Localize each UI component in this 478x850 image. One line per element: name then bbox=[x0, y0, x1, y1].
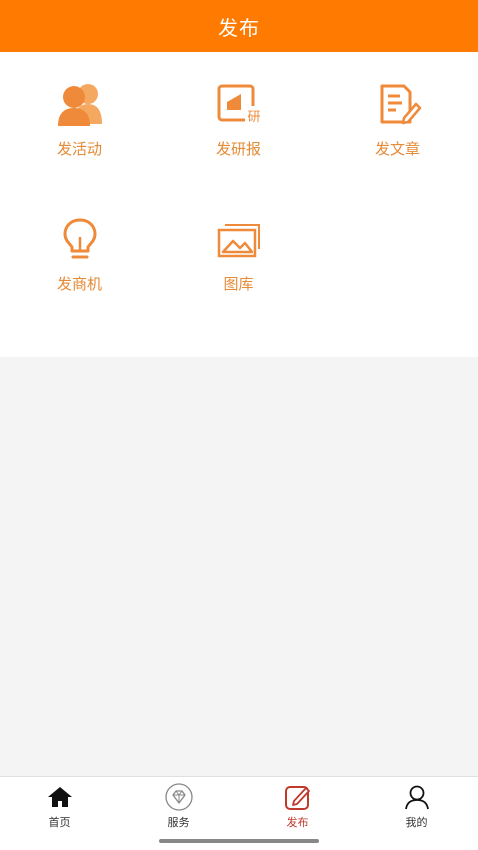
page-title: 发布 bbox=[218, 15, 260, 40]
compose-icon bbox=[284, 783, 312, 811]
home-icon bbox=[46, 783, 74, 811]
grid-item-label: 发活动 bbox=[56, 140, 102, 158]
grid-item-label: 发商机 bbox=[56, 275, 102, 293]
publish-options-panel: 发活动 研 发研报 发文章 发商机 图库 bbox=[0, 52, 478, 357]
report-badge: 研 bbox=[247, 110, 260, 125]
publish-article-button[interactable]: 发文章 bbox=[318, 52, 477, 162]
header-bar: 发布 bbox=[0, 0, 478, 52]
user-icon bbox=[403, 783, 431, 811]
home-indicator[interactable] bbox=[159, 839, 319, 843]
people-group-icon bbox=[56, 80, 104, 128]
tab-publish[interactable]: 发布 bbox=[238, 783, 357, 835]
diamond-icon bbox=[164, 783, 193, 811]
image-gallery-icon bbox=[215, 215, 263, 263]
tab-home[interactable]: 首页 bbox=[0, 783, 119, 835]
publish-opportunity-button[interactable]: 发商机 bbox=[0, 187, 159, 297]
research-report-icon: 研 bbox=[215, 80, 263, 128]
tab-profile[interactable]: 我的 bbox=[357, 783, 476, 835]
publish-activity-button[interactable]: 发活动 bbox=[0, 52, 159, 162]
tab-label: 首页 bbox=[48, 816, 71, 829]
image-gallery-button[interactable]: 图库 bbox=[159, 187, 318, 297]
tab-services[interactable]: 服务 bbox=[119, 783, 238, 835]
lightbulb-icon bbox=[56, 215, 104, 263]
grid-item-label: 发文章 bbox=[374, 140, 420, 158]
tab-label: 发布 bbox=[286, 816, 309, 829]
publish-report-button[interactable]: 研 发研报 bbox=[159, 52, 318, 162]
tab-label: 服务 bbox=[167, 816, 190, 829]
article-edit-icon bbox=[374, 80, 422, 128]
tab-label: 我的 bbox=[405, 816, 428, 829]
grid-item-label: 图库 bbox=[223, 275, 254, 293]
grid-item-label: 发研报 bbox=[215, 140, 261, 158]
